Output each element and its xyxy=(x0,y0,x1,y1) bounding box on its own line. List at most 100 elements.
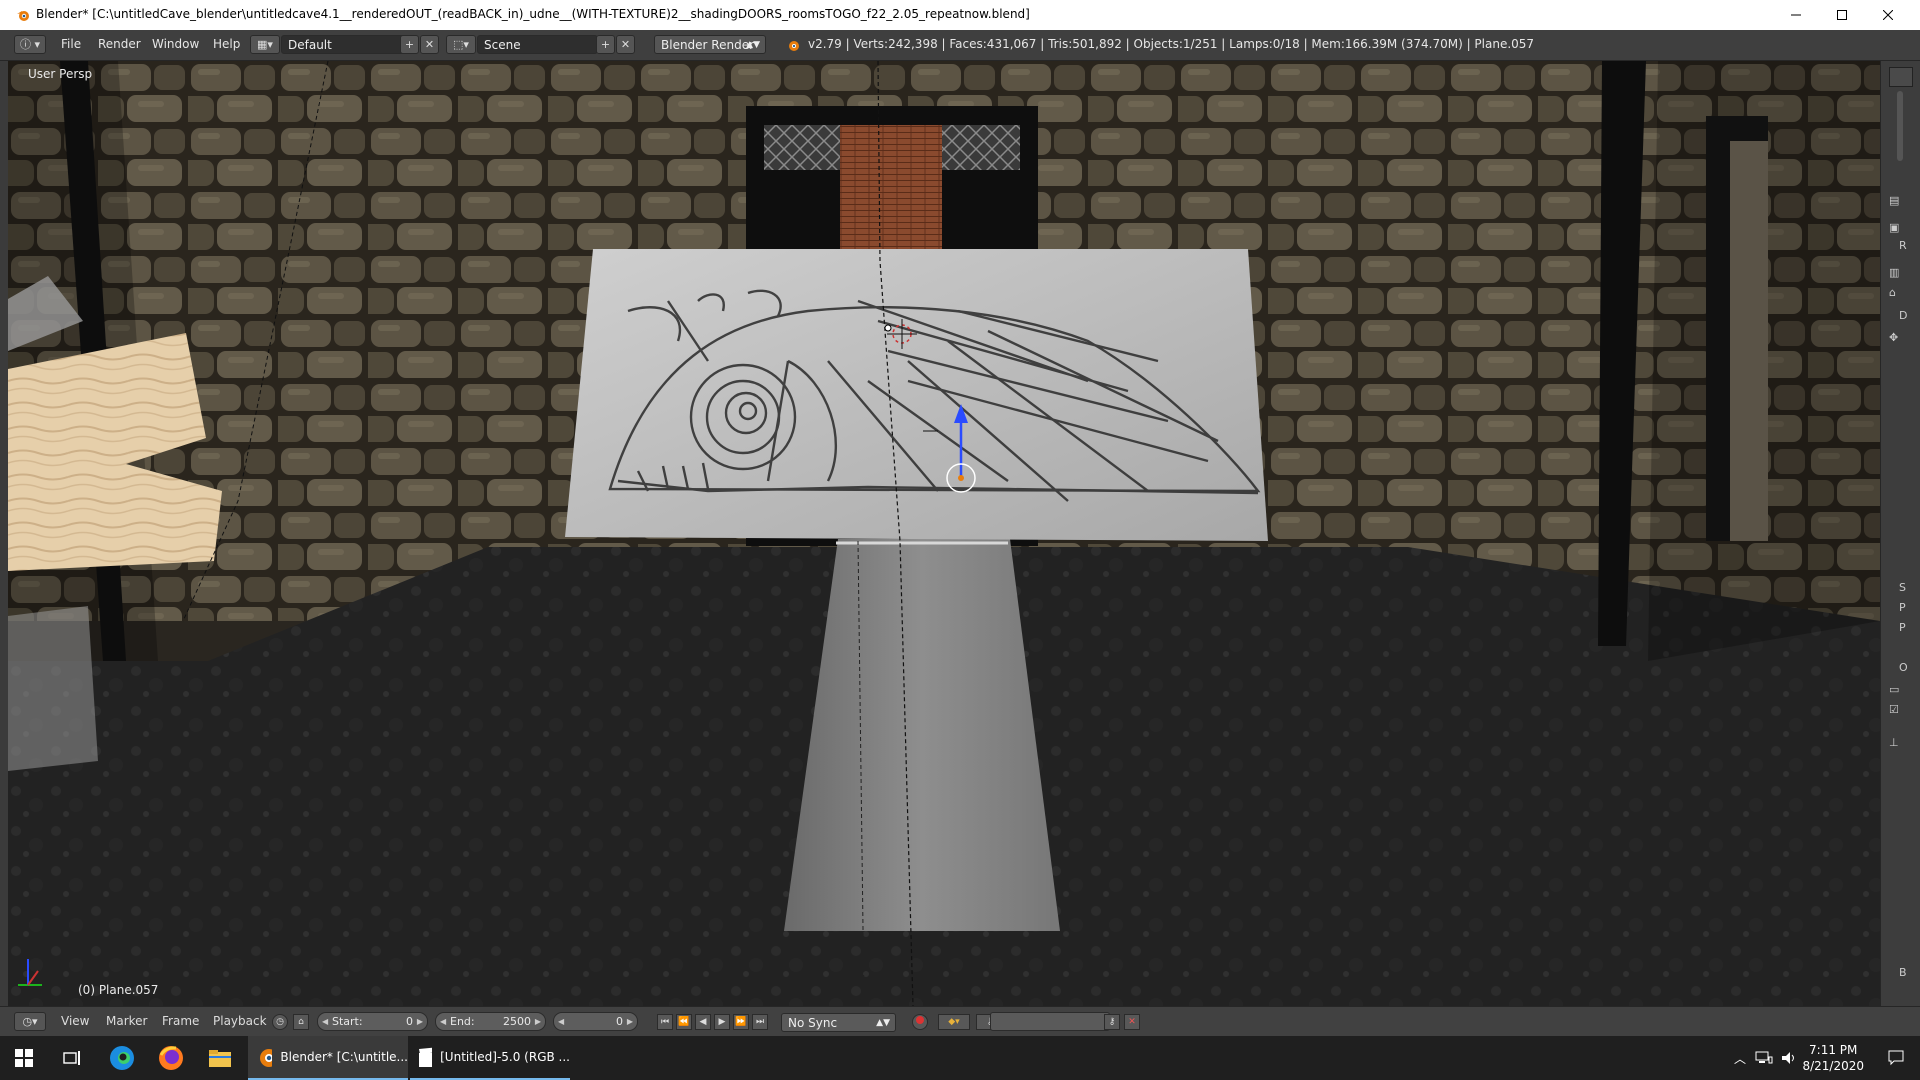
timeline-editor-type-button[interactable]: ◷▾ xyxy=(14,1012,46,1031)
decrement-arrow-icon: ◀ xyxy=(558,1017,565,1026)
add-layout-button[interactable]: + xyxy=(400,35,419,54)
layout-grid-icon: ▦▾ xyxy=(257,38,273,51)
3d-viewport[interactable]: User Persp (0) Plane.057 xyxy=(8,61,1880,1006)
prev-keyframe-icon: ⏪ xyxy=(678,1017,690,1027)
properties-strip: ▤ ▣ R ▥ ⌂ D ✥ S P P O ▭ ☑ ⊥ B xyxy=(1880,61,1920,1006)
volume-button[interactable] xyxy=(1778,1036,1802,1080)
keying-set-button[interactable]: ◆▾ xyxy=(938,1014,970,1030)
maximize-button[interactable] xyxy=(1819,0,1865,30)
notification-icon xyxy=(1888,1050,1904,1066)
prev-keyframe-button[interactable]: ⏪ xyxy=(676,1014,692,1030)
next-keyframe-button[interactable]: ⏩ xyxy=(733,1014,749,1030)
section-letter-s[interactable]: S xyxy=(1899,581,1920,599)
menu-file[interactable]: File xyxy=(61,37,81,51)
close-button[interactable] xyxy=(1865,0,1911,30)
timeline-header: ◷▾ View Marker Frame Playback ◷ ⌂ ◀ Star… xyxy=(0,1006,1920,1037)
folder-icon xyxy=(209,1050,231,1067)
keyframe-icon: ◆▾ xyxy=(948,1017,960,1027)
render-engine-label: Blender Render xyxy=(661,38,755,52)
start-frame-field[interactable]: ◀ Start: 0 ▶ xyxy=(317,1012,428,1031)
sync-mode-label: No Sync xyxy=(788,1016,838,1030)
transform-icon[interactable]: ✥ xyxy=(1889,331,1911,349)
start-frame-label: Start: xyxy=(332,1015,363,1028)
play-reverse-button[interactable]: ◀ xyxy=(695,1014,711,1030)
layers-icon[interactable]: ▤ xyxy=(1889,194,1911,212)
tool-shelf-collapsed[interactable] xyxy=(0,61,8,1006)
increment-arrow-icon: ▶ xyxy=(626,1017,633,1026)
taskbar-app-blender[interactable]: Blender* [C:\untitle... xyxy=(248,1036,408,1080)
lock-icon[interactable]: ⌂ xyxy=(1889,286,1911,304)
scene-icon: ⬚▾ xyxy=(453,38,469,51)
network-icon xyxy=(1755,1051,1773,1064)
end-frame-field[interactable]: ◀ End: 2500 ▶ xyxy=(435,1012,546,1031)
lock-icon: ⌂ xyxy=(298,1017,304,1027)
key-delete-icon: ✕ xyxy=(1128,1017,1136,1027)
menu-render[interactable]: Render xyxy=(98,37,141,51)
plus-icon: + xyxy=(404,38,415,51)
section-letter-p[interactable]: P xyxy=(1899,601,1920,619)
preview-range-toggle[interactable]: ◷ xyxy=(272,1014,288,1030)
timeline-menu-view[interactable]: View xyxy=(61,1014,89,1028)
camera-icon[interactable]: ▣ xyxy=(1889,221,1911,239)
current-frame-field[interactable]: ◀ 0 ▶ xyxy=(553,1012,638,1031)
insert-keyframe-button[interactable]: ⚷ xyxy=(1104,1014,1120,1030)
sync-mode-dropdown[interactable]: No Sync ▲▼ xyxy=(781,1013,896,1032)
menu-window[interactable]: Window xyxy=(152,37,199,51)
info-icon: ⓘ ▾ xyxy=(19,38,41,51)
section-letter-o[interactable]: O xyxy=(1899,661,1920,679)
minimize-button[interactable] xyxy=(1773,0,1819,30)
section-letter-b[interactable]: B xyxy=(1899,966,1920,984)
screen-layout-selector[interactable]: ▦▾ xyxy=(250,35,280,54)
screen-layout-field[interactable]: Default xyxy=(281,35,408,54)
show-hidden-icons-button[interactable]: ︿ xyxy=(1730,1036,1750,1080)
outliner-scrollbar[interactable] xyxy=(1897,91,1903,161)
jump-end-icon: ⏭ xyxy=(755,1017,765,1027)
timeline-menu-frame[interactable]: Frame xyxy=(162,1014,199,1028)
chevron-up-icon: ︿ xyxy=(1733,1051,1746,1066)
viewport-scene xyxy=(8,61,1880,1006)
windows-taskbar: Blender* [C:\untitle... [Untitled]-5.0 (… xyxy=(0,1036,1920,1080)
jump-start-button[interactable]: ⏮ xyxy=(657,1014,673,1030)
network-button[interactable] xyxy=(1752,1036,1776,1080)
checkbox-icon[interactable]: ☑ xyxy=(1889,703,1911,721)
editor-menu-button[interactable] xyxy=(1889,67,1913,87)
active-keying-set-field[interactable] xyxy=(990,1012,1110,1031)
timeline-menu-marker[interactable]: Marker xyxy=(106,1014,147,1028)
scene-selector[interactable]: ⬚▾ xyxy=(446,35,476,54)
jump-end-button[interactable]: ⏭ xyxy=(752,1014,768,1030)
editor-type-button[interactable]: ⓘ ▾ xyxy=(14,35,46,54)
section-letter-d[interactable]: D xyxy=(1899,309,1920,327)
add-scene-button[interactable]: + xyxy=(596,35,615,54)
timeline-menu-playback[interactable]: Playback xyxy=(213,1014,267,1028)
play-button[interactable]: ▶ xyxy=(714,1014,730,1030)
scene-stats: v2.79 | Verts:242,398 | Faces:431,067 | … xyxy=(808,37,1535,51)
taskbar-clock[interactable]: 7:11 PM 8/21/2020 xyxy=(1802,1042,1864,1074)
render-engine-dropdown[interactable]: Blender Render ▲▼ xyxy=(654,35,766,54)
view-mode-label: User Persp xyxy=(28,67,93,81)
section-letter-r[interactable]: R xyxy=(1899,239,1920,257)
folder-icon[interactable]: ▭ xyxy=(1889,683,1911,701)
start-button[interactable] xyxy=(0,1036,48,1080)
window-titlebar: Blender* [C:\untitledCave_blender\untitl… xyxy=(0,0,1920,30)
render-icon[interactable]: ▥ xyxy=(1889,266,1911,284)
delete-keyframe-button[interactable]: ✕ xyxy=(1124,1014,1140,1030)
scene-field[interactable]: Scene xyxy=(477,35,598,54)
edge-browser-button[interactable] xyxy=(98,1036,146,1080)
taskbar-app-image-editor[interactable]: [Untitled]-5.0 (RGB ... xyxy=(410,1036,570,1080)
menu-help[interactable]: Help xyxy=(213,37,240,51)
pin-icon[interactable]: ⊥ xyxy=(1889,736,1911,754)
notifications-button[interactable] xyxy=(1872,1036,1920,1080)
blender-logo-icon xyxy=(260,1049,273,1067)
task-view-button[interactable] xyxy=(48,1036,96,1080)
firefox-button[interactable] xyxy=(147,1036,195,1080)
section-letter-p2[interactable]: P xyxy=(1899,621,1920,639)
clapperboard-icon xyxy=(419,1047,433,1067)
clock-time: 7:11 PM xyxy=(1809,1043,1858,1057)
lock-range-toggle[interactable]: ⌂ xyxy=(293,1014,309,1030)
record-button[interactable] xyxy=(912,1014,928,1030)
remove-scene-button[interactable]: ✕ xyxy=(616,35,635,54)
firefox-icon xyxy=(159,1046,183,1070)
file-explorer-button[interactable] xyxy=(196,1036,244,1080)
remove-layout-button[interactable]: ✕ xyxy=(420,35,439,54)
taskbar-app-label: [Untitled]-5.0 (RGB ... xyxy=(440,1050,570,1064)
